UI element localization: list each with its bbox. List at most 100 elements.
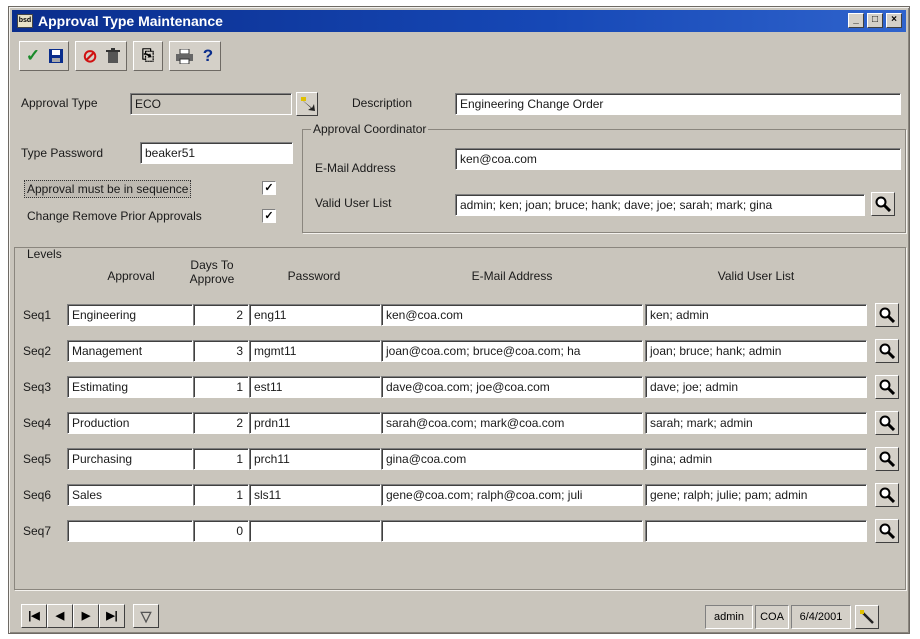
- col-header-password: Password: [287, 269, 341, 283]
- row-user-lookup-icon[interactable]: [875, 447, 899, 471]
- description-field[interactable]: Engineering Change Order: [455, 93, 901, 115]
- change-remove-label: Change Remove Prior Approvals: [27, 209, 202, 223]
- toolbar-group-save: ✓: [19, 41, 69, 71]
- row-approval-field[interactable]: Management: [67, 340, 193, 362]
- row-password-field[interactable]: eng11: [249, 304, 381, 326]
- row-email-field[interactable]: [381, 520, 643, 542]
- status-edit-icon[interactable]: [855, 605, 879, 629]
- row-user-lookup-icon[interactable]: [875, 303, 899, 327]
- row-user-lookup-icon[interactable]: [875, 411, 899, 435]
- approval-type-label: Approval Type: [21, 96, 98, 110]
- row-password-field[interactable]: [249, 520, 381, 542]
- col-header-approval: Approval: [107, 269, 155, 283]
- coordinator-user-list-label: Valid User List: [315, 196, 392, 210]
- row-days-field[interactable]: 1: [193, 448, 249, 470]
- trash-icon[interactable]: [102, 45, 124, 67]
- row-seq-label: Seq2: [23, 344, 52, 358]
- col-header-days: Days To Approve: [189, 258, 235, 286]
- help-icon[interactable]: ?: [197, 45, 219, 67]
- app-icon: bsd: [17, 14, 33, 28]
- description-label: Description: [352, 96, 413, 110]
- toolbar-group-copy: ⎘: [133, 41, 163, 71]
- row-seq-label: Seq5: [23, 452, 52, 466]
- row-password-field[interactable]: est11: [249, 376, 381, 398]
- row-approval-field[interactable]: Purchasing: [67, 448, 193, 470]
- minimize-button[interactable]: _: [848, 13, 864, 28]
- row-email-field[interactable]: joan@coa.com; bruce@coa.com; ha: [381, 340, 643, 362]
- approval-type-window: bsd Approval Type Maintenance _ □ × ✓ ⊘ …: [8, 6, 910, 634]
- approval-coordinator-group: [302, 129, 906, 233]
- coordinator-user-list-field[interactable]: admin; ken; joan; bruce; hank; dave; joe…: [455, 194, 865, 216]
- row-user-lookup-icon[interactable]: [875, 519, 899, 543]
- type-password-field[interactable]: beaker51: [140, 142, 293, 164]
- row-approval-field[interactable]: [67, 520, 193, 542]
- coordinator-email-label: E-Mail Address: [315, 161, 396, 175]
- row-user-lookup-icon[interactable]: [875, 483, 899, 507]
- cancel-icon[interactable]: ⊘: [79, 45, 101, 67]
- row-email-field[interactable]: gina@coa.com: [381, 448, 643, 470]
- last-record-button[interactable]: ▶|: [99, 604, 125, 628]
- title-bar[interactable]: bsd Approval Type Maintenance _ □ ×: [12, 10, 906, 32]
- row-seq-label: Seq3: [23, 380, 52, 394]
- row-password-field[interactable]: prch11: [249, 448, 381, 470]
- row-user-list-field[interactable]: ken; admin: [645, 304, 867, 326]
- row-user-list-field[interactable]: gene; ralph; julie; pam; admin: [645, 484, 867, 506]
- toolbar-group-print: ?: [169, 41, 221, 71]
- row-email-field[interactable]: ken@coa.com: [381, 304, 643, 326]
- sequence-checkbox[interactable]: ✓: [262, 181, 276, 195]
- type-password-label: Type Password: [21, 146, 104, 160]
- first-record-button[interactable]: |◀: [21, 604, 47, 628]
- row-approval-field[interactable]: Production: [67, 412, 193, 434]
- approval-type-dropdown-icon[interactable]: [296, 92, 318, 116]
- row-approval-field[interactable]: Engineering: [67, 304, 193, 326]
- filter-button[interactable]: ▽: [133, 604, 159, 628]
- sequence-checkbox-label: Approval must be in sequence: [24, 180, 192, 198]
- save-disk-icon[interactable]: [45, 45, 67, 67]
- change-remove-checkbox[interactable]: ✓: [262, 209, 276, 223]
- next-record-button[interactable]: ▶: [73, 604, 99, 628]
- row-approval-field[interactable]: Sales: [67, 484, 193, 506]
- row-password-field[interactable]: mgmt11: [249, 340, 381, 362]
- row-user-list-field[interactable]: [645, 520, 867, 542]
- coordinator-email-field[interactable]: ken@coa.com: [455, 148, 901, 170]
- coordinator-user-lookup-icon[interactable]: [871, 192, 895, 216]
- window-title: Approval Type Maintenance: [38, 13, 223, 29]
- row-seq-label: Seq1: [23, 308, 52, 322]
- status-date: 6/4/2001: [791, 605, 851, 629]
- close-button[interactable]: ×: [886, 13, 902, 28]
- row-user-list-field[interactable]: sarah; mark; admin: [645, 412, 867, 434]
- row-user-list-field[interactable]: dave; joe; admin: [645, 376, 867, 398]
- row-email-field[interactable]: sarah@coa.com; mark@coa.com: [381, 412, 643, 434]
- prev-record-button[interactable]: ◀: [47, 604, 73, 628]
- row-email-field[interactable]: gene@coa.com; ralph@coa.com; juli: [381, 484, 643, 506]
- toolbar-group-edit: ⊘: [75, 41, 127, 71]
- status-user: admin: [705, 605, 753, 629]
- row-user-list-field[interactable]: joan; bruce; hank; admin: [645, 340, 867, 362]
- maximize-button[interactable]: □: [867, 13, 883, 28]
- col-header-user-list: Valid User List: [717, 269, 795, 283]
- row-seq-label: Seq4: [23, 416, 52, 430]
- row-seq-label: Seq6: [23, 488, 52, 502]
- row-days-field[interactable]: 3: [193, 340, 249, 362]
- col-header-email: E-Mail Address: [471, 269, 553, 283]
- save-check-icon[interactable]: ✓: [22, 45, 44, 67]
- row-days-field[interactable]: 2: [193, 412, 249, 434]
- row-password-field[interactable]: sls11: [249, 484, 381, 506]
- row-email-field[interactable]: dave@coa.com; joe@coa.com: [381, 376, 643, 398]
- row-user-lookup-icon[interactable]: [875, 339, 899, 363]
- row-days-field[interactable]: 2: [193, 304, 249, 326]
- row-approval-field[interactable]: Estimating: [67, 376, 193, 398]
- row-password-field[interactable]: prdn11: [249, 412, 381, 434]
- row-days-field[interactable]: 1: [193, 484, 249, 506]
- levels-title: Levels: [27, 247, 62, 261]
- print-icon[interactable]: [173, 45, 195, 67]
- row-user-list-field[interactable]: gina; admin: [645, 448, 867, 470]
- row-seq-label: Seq7: [23, 524, 52, 538]
- row-days-field[interactable]: 1: [193, 376, 249, 398]
- row-user-lookup-icon[interactable]: [875, 375, 899, 399]
- copy-icon[interactable]: ⎘: [137, 45, 159, 67]
- status-company: COA: [755, 605, 789, 629]
- approval-type-field[interactable]: ECO: [130, 93, 292, 115]
- approval-coordinator-title: Approval Coordinator: [311, 122, 429, 136]
- row-days-field[interactable]: 0: [193, 520, 249, 542]
